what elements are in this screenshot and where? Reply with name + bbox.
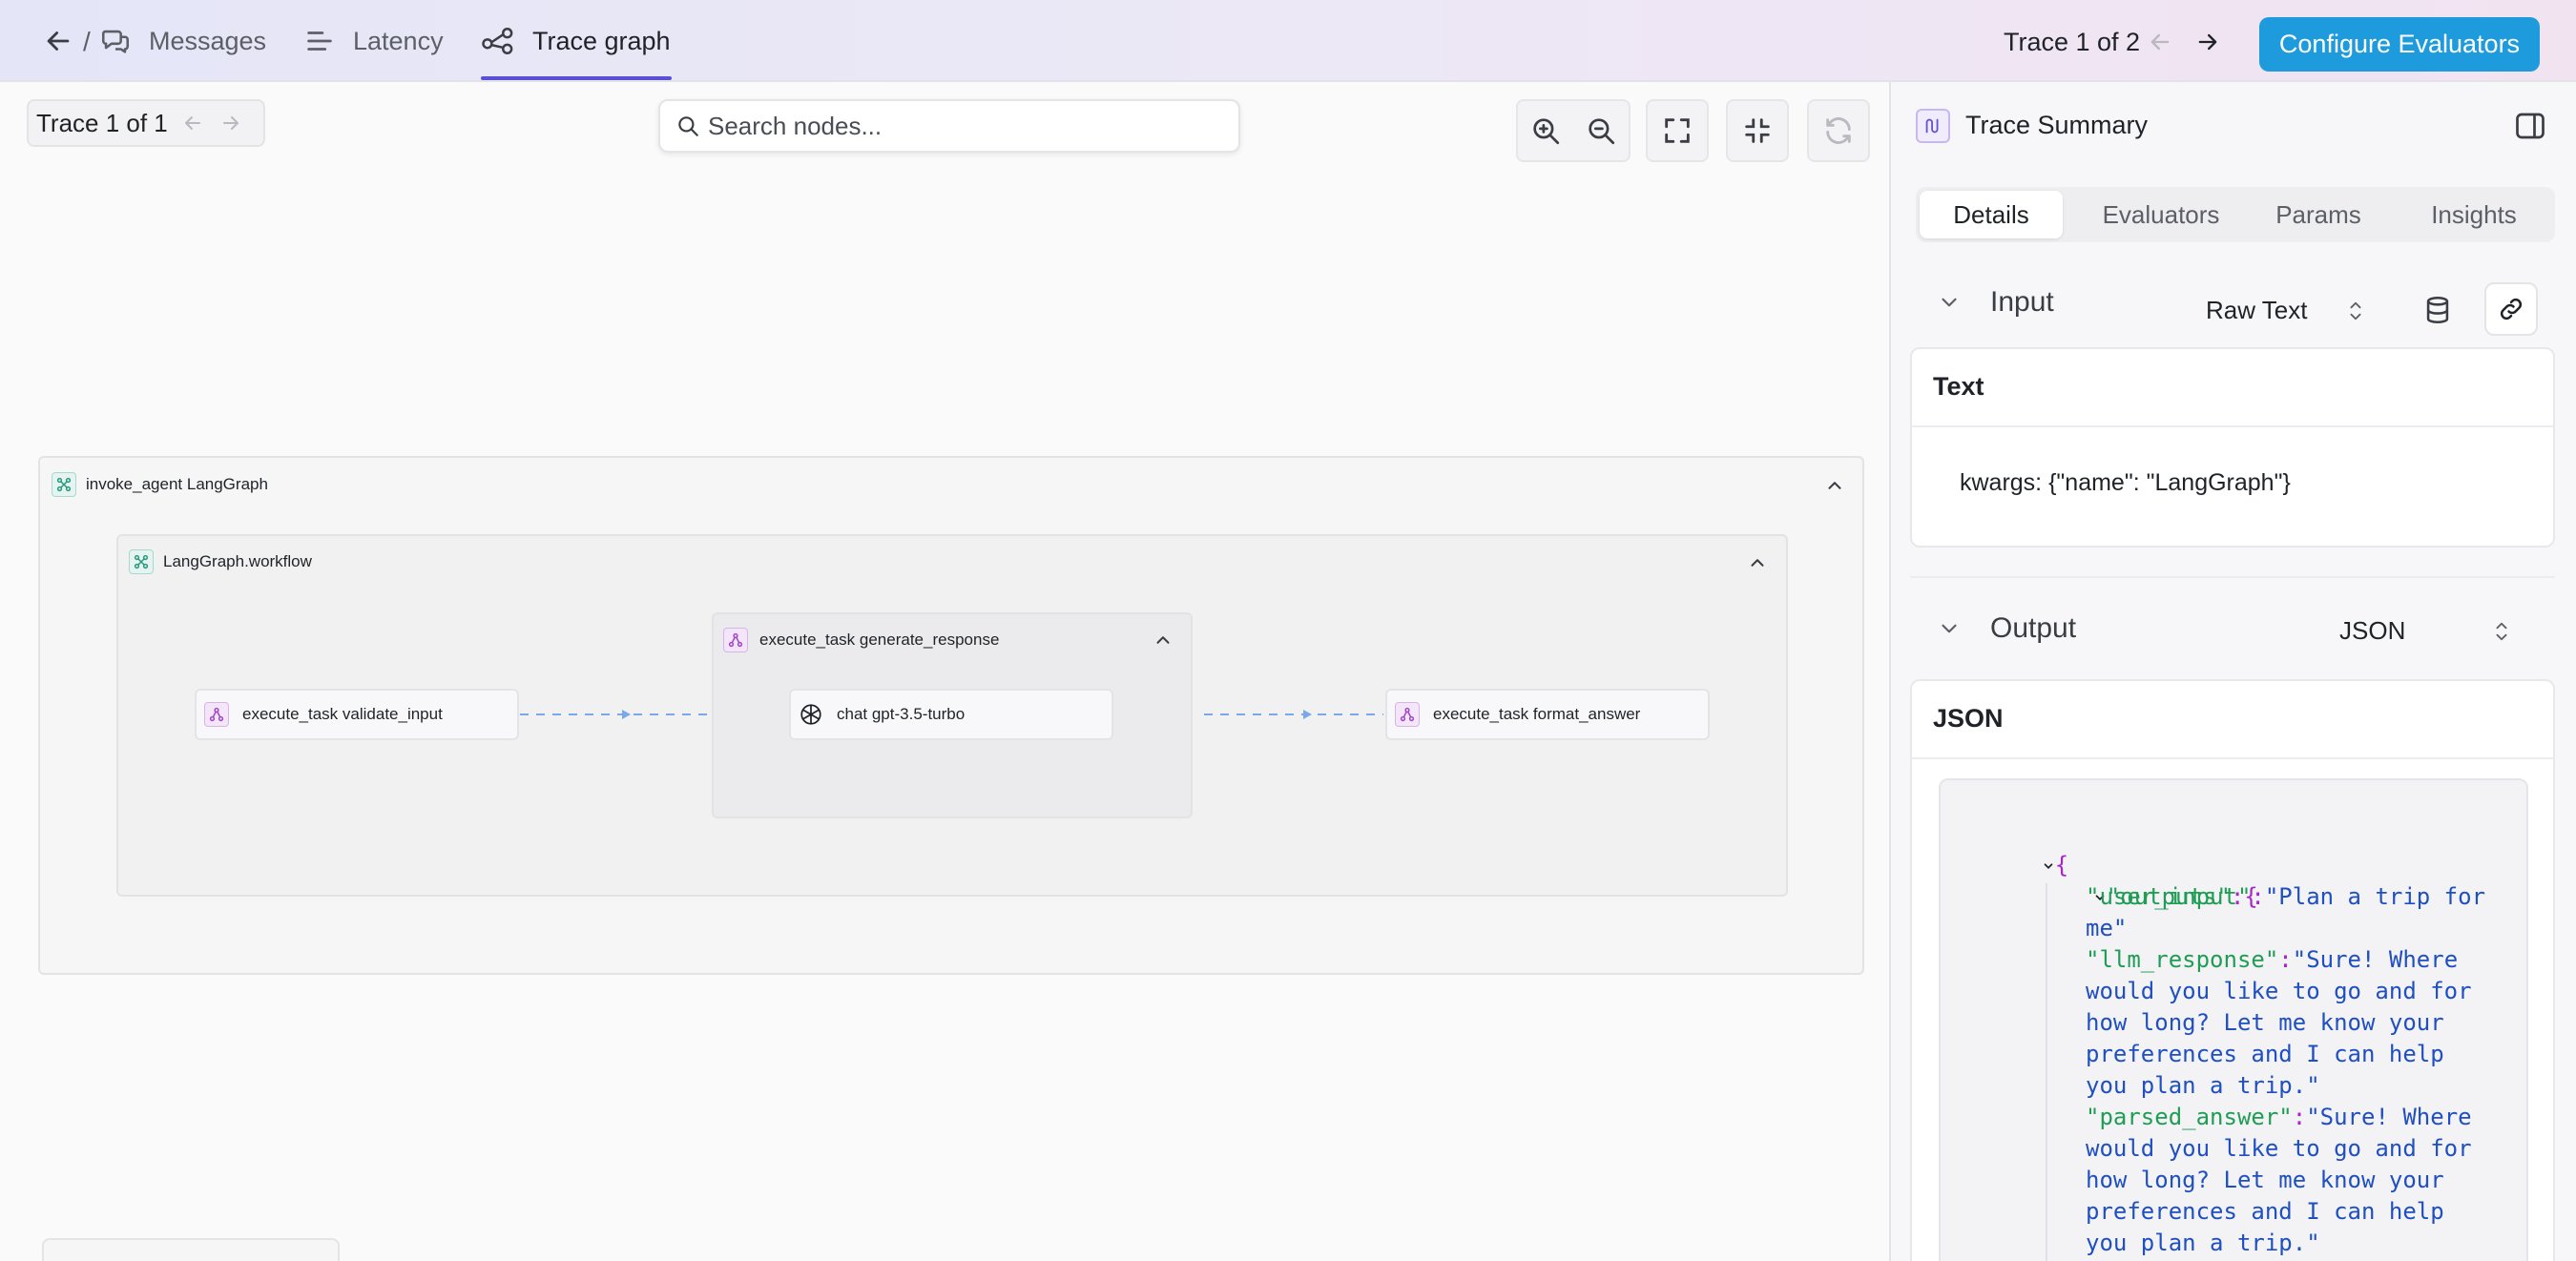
json-line: would you like to go and for (2086, 978, 2472, 1004)
panel-title: Trace Summary (1965, 111, 2149, 139)
json-viewer: { "outputs":{ "user_input":"Plan a trip … (1939, 778, 2528, 1261)
json-line: you plan a trip." (2086, 1230, 2320, 1256)
node-format-answer-label: execute_task format_answer (1433, 705, 1641, 723)
tab-details[interactable]: Details (1920, 191, 2063, 238)
openai-icon (799, 702, 823, 727)
updown-icon (2350, 301, 2361, 320)
input-section-header[interactable]: Input (1937, 286, 2054, 319)
tab-insights[interactable]: Insights (2402, 191, 2545, 238)
output-card-title: JSON (1933, 704, 2004, 733)
task-icon (204, 702, 229, 727)
output-format-select[interactable]: JSON (2339, 616, 2512, 646)
panel-tabs: Details Evaluators Params Insights (1916, 187, 2555, 242)
node-validate-input[interactable]: execute_task validate_input (195, 689, 519, 740)
json-user-input: "user_input":"Plan a trip for (2086, 883, 2486, 910)
trace-summary-icon (1916, 109, 1950, 143)
json-line: preferences and I can help (2086, 1041, 2444, 1067)
output-section-header[interactable]: Output (1937, 612, 2076, 645)
link-icon (2500, 298, 2523, 320)
input-label: Input (1990, 286, 2054, 318)
output-format-value: JSON (2339, 616, 2406, 645)
json-parsed-answer: "parsed_answer":"Sure! Where (2086, 1104, 2472, 1130)
node-format-answer[interactable]: execute_task format_answer (1385, 689, 1710, 740)
json-indent-guide (2046, 883, 2047, 1261)
input-content: kwargs: {"name": "LangGraph"} (1960, 469, 2291, 496)
divider (1912, 757, 2553, 759)
sidebar-toggle-icon (2516, 113, 2545, 139)
tab-params[interactable]: Params (2252, 191, 2385, 238)
database-button[interactable] (2421, 294, 2454, 326)
input-format-value: Raw Text (2206, 296, 2308, 324)
edge-arrow-1 (622, 710, 631, 719)
section-divider (1910, 576, 2555, 578)
node-chat-gpt[interactable]: chat gpt-3.5-turbo (789, 689, 1113, 740)
input-card: Text kwargs: {"name": "LangGraph"} (1910, 347, 2555, 548)
json-line: me" (2086, 915, 2128, 941)
node-chat-gpt-label: chat gpt-3.5-turbo (837, 705, 966, 723)
updown-icon (2496, 622, 2507, 640)
link-button[interactable] (2484, 282, 2538, 336)
chevron-down-icon (1942, 624, 1957, 633)
tab-evaluators[interactable]: Evaluators (2080, 191, 2242, 238)
database-icon (2426, 296, 2449, 324)
json-line: would you like to go and for (2086, 1135, 2472, 1162)
chevron-down-icon (1942, 298, 1957, 307)
task-icon (1395, 702, 1420, 727)
json-line: preferences and I can help (2086, 1198, 2444, 1225)
output-label: Output (1990, 612, 2077, 644)
node-validate-input-label: execute_task validate_input (242, 705, 443, 723)
json-line: you plan a trip." (2086, 1072, 2320, 1099)
input-card-title: Text (1933, 372, 1984, 401)
json-line: how long? Let me know your (2086, 1009, 2444, 1036)
divider (1912, 425, 2553, 427)
input-format-select[interactable]: Raw Text (2206, 296, 2366, 325)
edge-arrow-2 (1303, 710, 1312, 719)
json-line: how long? Let me know your (2086, 1167, 2444, 1193)
json-llm-response: "llm_response":"Sure! Where (2086, 946, 2459, 973)
toggle-panel-button[interactable] (2513, 109, 2547, 143)
minimap-panel[interactable] (42, 1238, 340, 1261)
